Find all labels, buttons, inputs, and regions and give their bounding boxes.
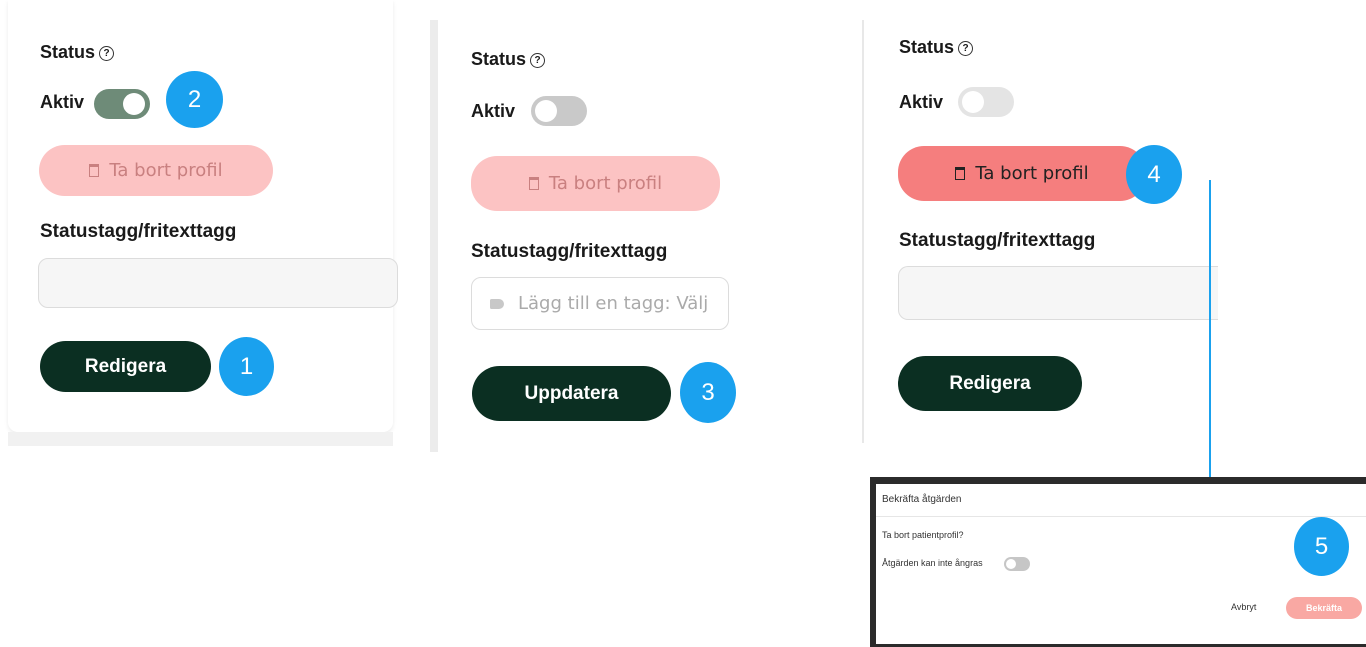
toggle-knob [962, 91, 984, 113]
dialog-title: Bekräfta åtgärden [882, 494, 962, 505]
tag-input[interactable]: Lägg till en tagg: Välj [471, 277, 729, 330]
question-circle-icon[interactable]: ? [99, 46, 115, 61]
tag-section-label: Statustagg/fritexttagg [471, 241, 668, 262]
delete-profile-button[interactable]: Ta bort profil [898, 146, 1146, 201]
aktiv-label: Aktiv [899, 92, 944, 112]
trash-icon [528, 177, 539, 190]
toggle-knob [123, 93, 145, 115]
step-badge-1: 1 [219, 337, 274, 396]
confirm-dialog: Bekräfta åtgärden Ta bort patientprofil?… [876, 484, 1366, 644]
trash-icon [89, 164, 100, 177]
dialog-divider [876, 516, 1366, 517]
cancel-button[interactable]: Avbryt [1231, 602, 1256, 612]
aktiv-label: Aktiv [471, 101, 516, 121]
update-button[interactable]: Uppdatera [472, 366, 671, 421]
irreversible-toggle[interactable] [1004, 557, 1030, 571]
step-badge-4: 4 [1126, 145, 1182, 204]
tag-section-label: Statustagg/fritexttagg [40, 221, 237, 242]
panel-1-footer-strip [8, 432, 393, 446]
question-circle-icon[interactable]: ? [958, 41, 974, 56]
edit-button[interactable]: Redigera [40, 341, 211, 392]
tag-input[interactable] [898, 266, 1218, 320]
status-label: Status? [40, 42, 115, 63]
dialog-question: Ta bort patientprofil? [882, 530, 964, 540]
question-circle-icon[interactable]: ? [530, 53, 546, 68]
delete-profile-button[interactable]: Ta bort profil [39, 145, 273, 196]
step-badge-5: 5 [1294, 517, 1349, 576]
edit-button[interactable]: Redigera [898, 356, 1082, 411]
aktiv-label: Aktiv [40, 92, 85, 112]
toggle-knob [535, 100, 557, 122]
status-label: Status? [899, 37, 974, 58]
delete-profile-button[interactable]: Ta bort profil [471, 156, 720, 211]
panel-divider [430, 20, 438, 452]
toggle-knob [1006, 559, 1016, 569]
confirm-button[interactable]: Bekräfta [1286, 597, 1362, 619]
aktiv-toggle[interactable] [531, 96, 587, 126]
status-label: Status? [471, 49, 546, 70]
tag-input[interactable] [38, 258, 398, 308]
trash-icon [955, 167, 966, 180]
aktiv-toggle[interactable] [958, 87, 1014, 117]
tag-section-label: Statustagg/fritexttagg [899, 230, 1096, 251]
panel-divider [862, 20, 864, 443]
step-badge-2: 2 [166, 71, 223, 128]
tag-icon [490, 298, 504, 309]
aktiv-toggle[interactable] [94, 89, 150, 119]
irreversible-label: Åtgärden kan inte ångras [882, 558, 983, 568]
step-badge-3: 3 [680, 362, 736, 423]
